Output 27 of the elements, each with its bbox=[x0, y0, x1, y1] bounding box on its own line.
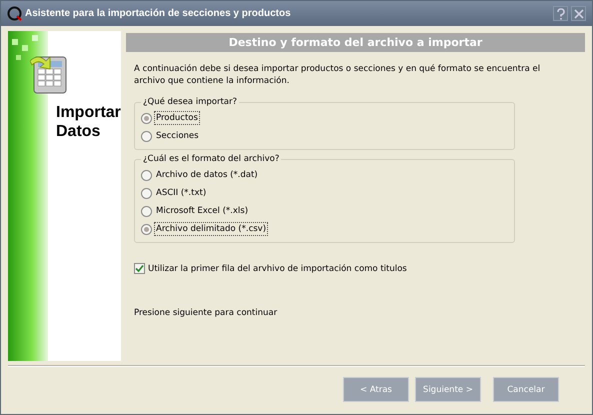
close-button[interactable] bbox=[571, 6, 586, 21]
radio-button[interactable] bbox=[141, 130, 152, 142]
option-label[interactable]: ASCII (*.txt) bbox=[154, 186, 208, 200]
group-legend: ¿Cuál es el formato del archivo? bbox=[141, 154, 282, 164]
window-title: Asistente para la importación de secciones y productos bbox=[25, 8, 291, 19]
app-logo-icon bbox=[7, 6, 23, 22]
close-icon bbox=[574, 8, 584, 18]
intro-text: A continuación debe si desea importar productos o secciones y en qué formato se encuentra el archivo que contiene la información. bbox=[134, 63, 542, 87]
group-legend: ¿Qué desea importar? bbox=[141, 97, 239, 107]
section-header: Destino y formato del archivo a importar bbox=[126, 33, 585, 52]
sidebar-title: Datos bbox=[56, 122, 102, 141]
option-label[interactable]: Microsoft Excel (*.xls) bbox=[154, 204, 250, 218]
radio-button[interactable] bbox=[141, 188, 152, 198]
help-icon bbox=[556, 8, 566, 20]
option-label[interactable]: Productos bbox=[154, 111, 200, 125]
radio-button[interactable] bbox=[141, 206, 152, 216]
radio-button[interactable] bbox=[141, 224, 152, 234]
option-label[interactable]: Secciones bbox=[154, 129, 201, 143]
checkbox[interactable] bbox=[134, 263, 145, 274]
radio-button[interactable] bbox=[141, 112, 152, 124]
option-label[interactable]: Archivo de datos (*.dat) bbox=[154, 168, 260, 182]
help-button[interactable] bbox=[553, 6, 568, 21]
radio-button[interactable] bbox=[141, 170, 152, 180]
checkbox-label[interactable]: Utilizar la primer fila del arvhivo de importación como titulos bbox=[148, 264, 407, 274]
option-label[interactable]: Archivo delimitado (*.csv) bbox=[154, 222, 268, 236]
footer-note: Presione siguiente para continuar bbox=[134, 308, 278, 318]
sidebar-title: Importar bbox=[56, 103, 121, 122]
